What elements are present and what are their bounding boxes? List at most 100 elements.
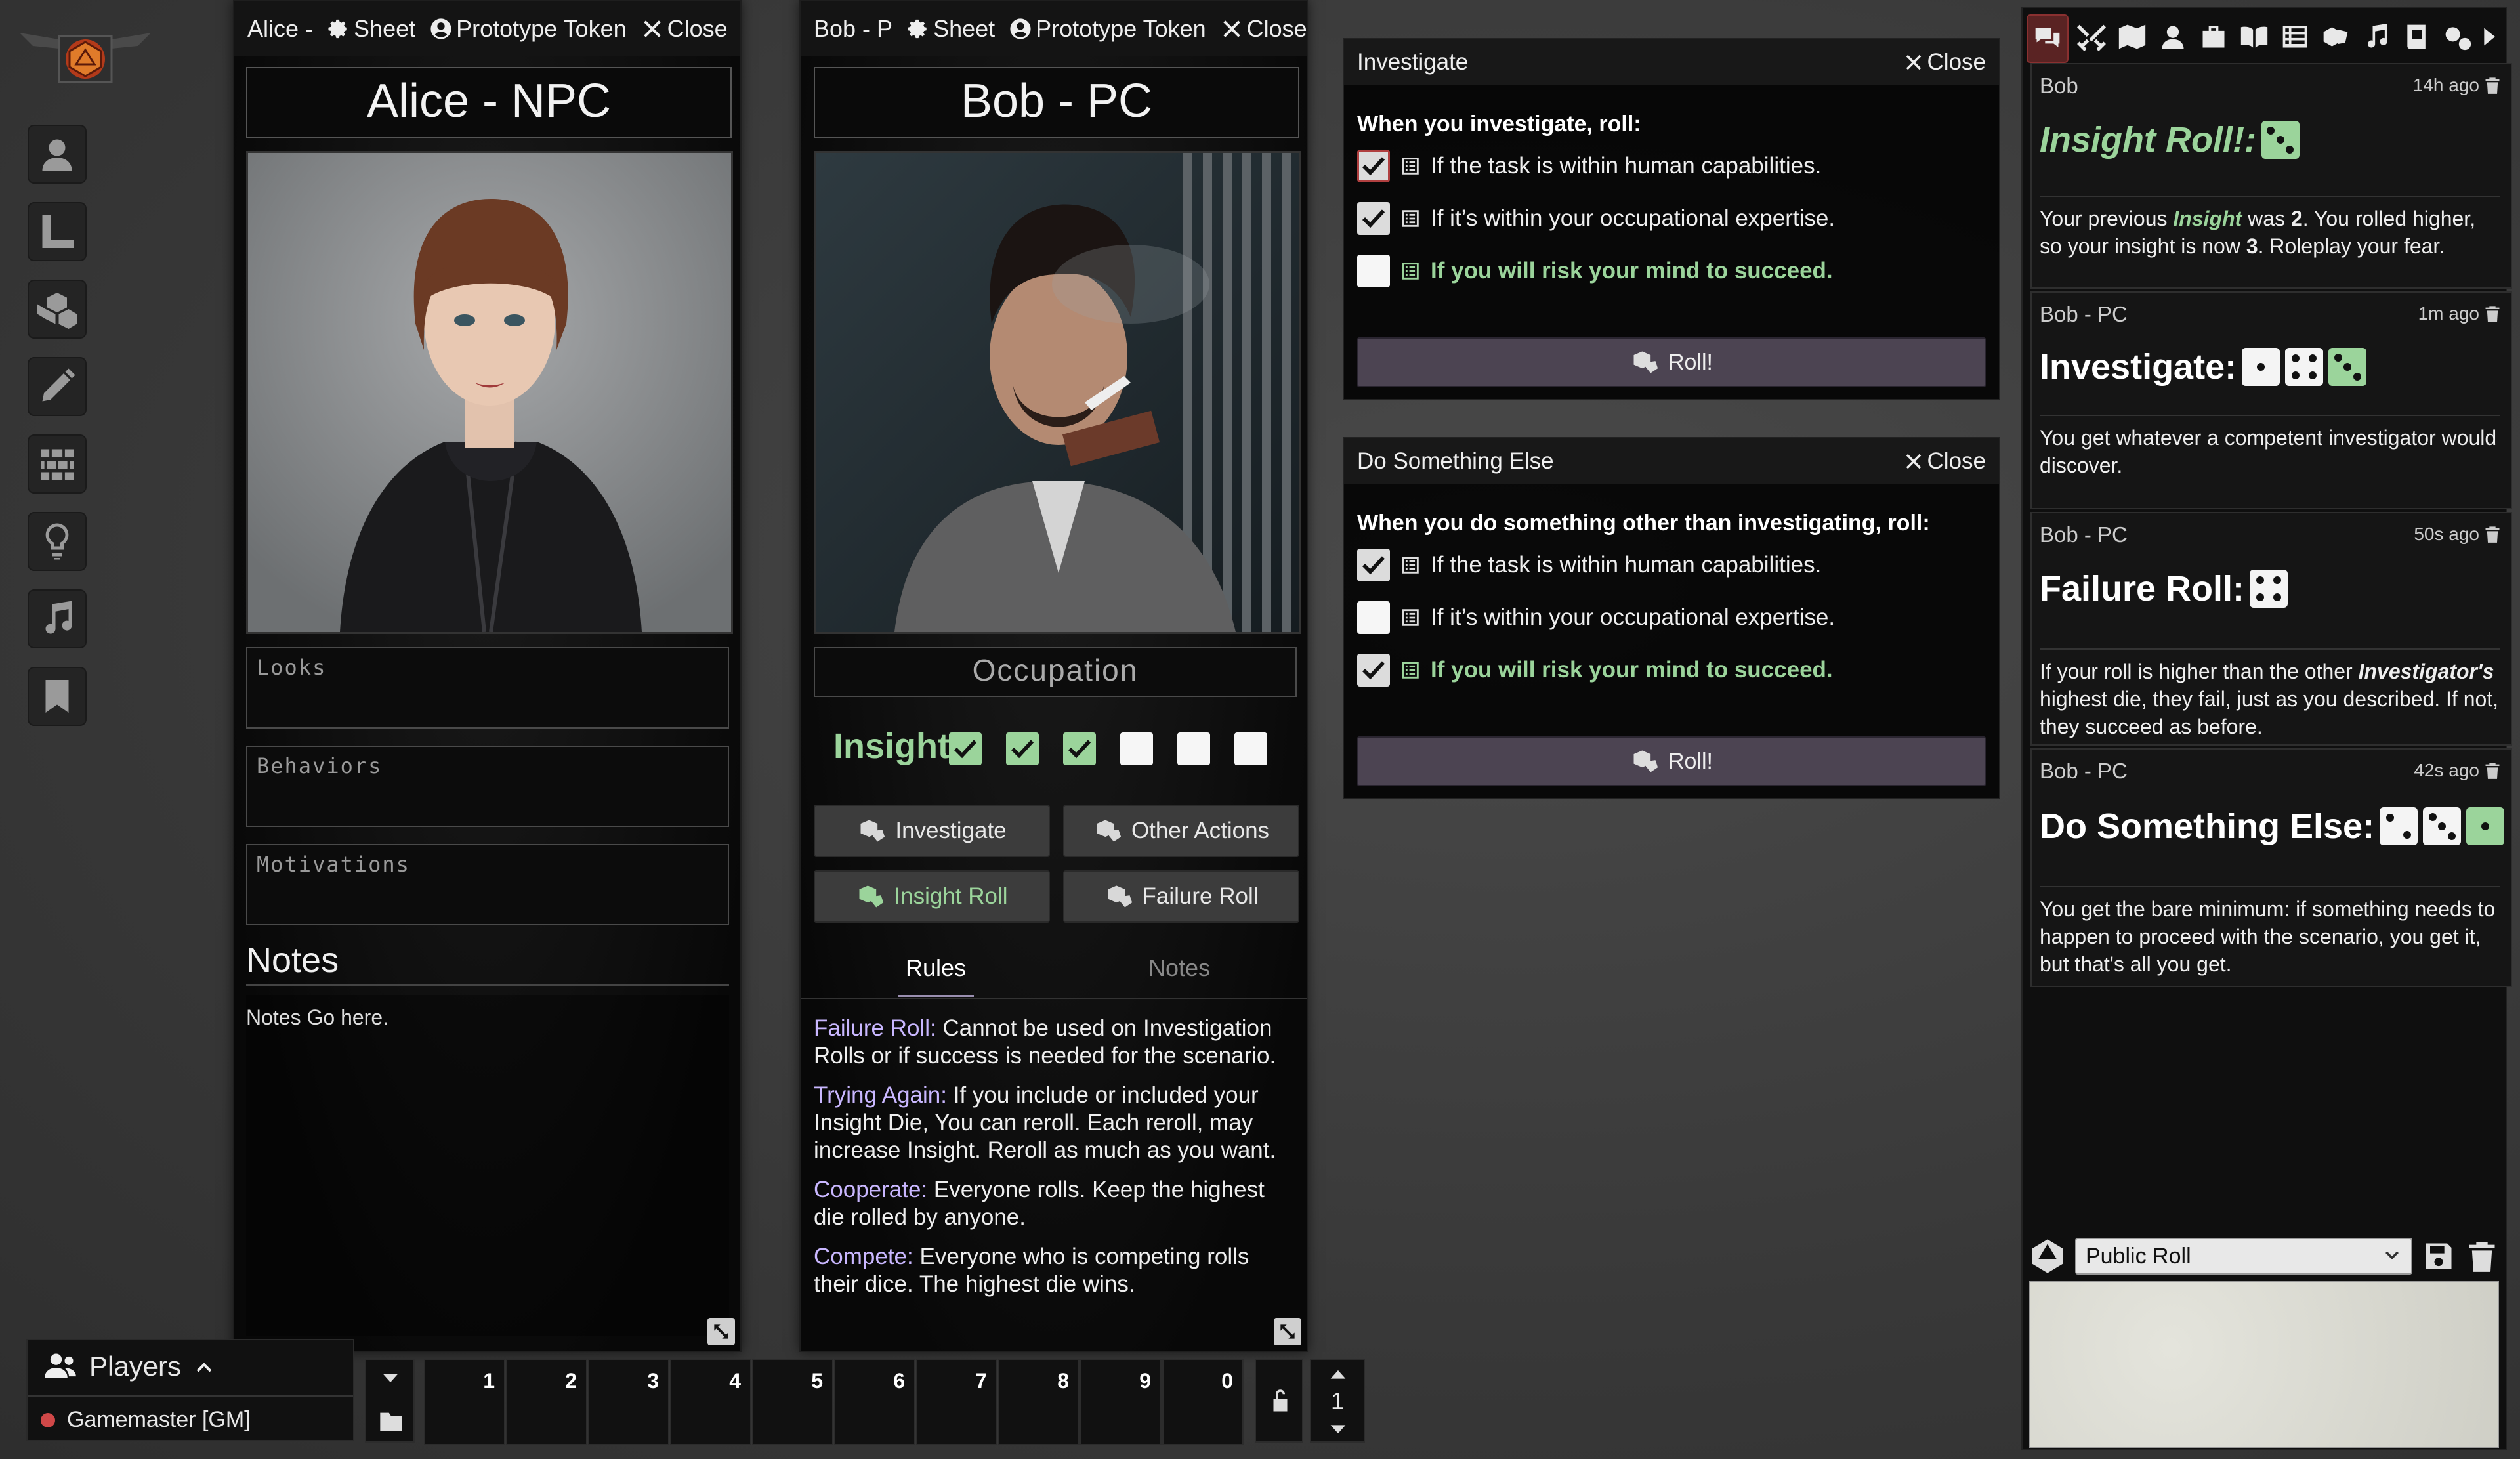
trash-icon[interactable]	[2465, 1239, 2499, 1273]
dialog-header[interactable]: Do Something Else Close	[1344, 438, 1999, 484]
tile-controls-button[interactable]	[28, 280, 87, 339]
notes-editor[interactable]: Notes Go here.	[246, 995, 729, 1336]
tab-settings[interactable]	[2441, 17, 2474, 56]
character-portrait[interactable]	[246, 151, 733, 634]
insight-checkbox[interactable]	[949, 732, 982, 765]
character-portrait[interactable]	[814, 151, 1301, 634]
prototype-token-button[interactable]: Prototype Token	[1009, 15, 1206, 43]
drawing-controls-button[interactable]	[28, 357, 87, 416]
caret-down-icon[interactable]	[379, 1366, 402, 1389]
caret-up-icon[interactable]	[1327, 1364, 1349, 1386]
roll-button[interactable]: Roll!	[1357, 337, 1986, 387]
sheet-config-button[interactable]: Sheet	[907, 15, 995, 43]
tab-journal[interactable]	[2238, 17, 2271, 56]
macro-slot[interactable]: 6	[834, 1359, 915, 1445]
save-icon[interactable]	[2422, 1239, 2456, 1273]
message-timestamp: 42s ago	[2414, 760, 2502, 781]
macro-slot[interactable]: 2	[506, 1359, 587, 1445]
sheet-config-button[interactable]: Sheet	[327, 15, 415, 43]
token-controls-button[interactable]	[28, 125, 87, 184]
option-checkbox[interactable]	[1357, 150, 1390, 182]
behaviors-field[interactable]: Behaviors	[246, 746, 729, 827]
looks-field[interactable]: Looks	[246, 647, 729, 729]
close-button[interactable]: Close	[641, 15, 728, 43]
tab-scenes[interactable]	[2116, 17, 2149, 56]
tab-rules[interactable]: Rules	[898, 954, 975, 997]
character-name-input[interactable]: Alice - NPC	[246, 67, 732, 138]
close-button[interactable]: Close	[1904, 49, 1986, 75]
macro-slot[interactable]: 7	[916, 1359, 998, 1445]
window-header[interactable]: Bob - P Sheet Prototype Token Close	[801, 1, 1307, 56]
tab-actors[interactable]	[2156, 17, 2189, 56]
collapse-sidebar-button[interactable]	[2475, 17, 2502, 56]
folder-icon[interactable]	[378, 1408, 404, 1435]
chat-message-input[interactable]	[2029, 1281, 2499, 1448]
macro-slot[interactable]: 3	[588, 1359, 669, 1445]
tab-tables[interactable]	[2278, 17, 2311, 56]
caret-down-icon[interactable]	[1327, 1418, 1349, 1440]
players-header[interactable]: Players	[43, 1349, 215, 1384]
macro-slot[interactable]: 9	[1080, 1359, 1162, 1445]
failure-roll-button[interactable]: Failure Roll	[1063, 870, 1299, 923]
tab-combat[interactable]	[2075, 17, 2108, 56]
window-header[interactable]: Alice - Sheet Prototype Token Close	[234, 1, 740, 56]
option-checkbox[interactable]	[1357, 654, 1390, 687]
tab-cards[interactable]	[2319, 17, 2352, 56]
close-button[interactable]: Close	[1904, 448, 1986, 475]
hotbar-page-number: 1	[1330, 1387, 1345, 1414]
roll-mode-select[interactable]: Public Roll	[2075, 1238, 2412, 1275]
other-actions-button[interactable]: Other Actions	[1063, 805, 1299, 857]
macro-slot-number: 0	[1221, 1369, 1233, 1393]
window-resize-handle[interactable]	[1274, 1318, 1301, 1345]
die-face-1	[2242, 348, 2280, 386]
window-resize-handle[interactable]	[707, 1318, 735, 1345]
dice-cubes-icon	[37, 293, 77, 329]
close-icon	[1906, 454, 1921, 469]
macro-slot[interactable]: 8	[998, 1359, 1080, 1445]
option-checkbox[interactable]	[1357, 255, 1390, 287]
option-checkbox[interactable]	[1357, 601, 1390, 634]
tab-notes[interactable]: Notes	[1148, 954, 1210, 982]
tab-playlists[interactable]	[2360, 17, 2393, 56]
macro-slot[interactable]: 0	[1162, 1359, 1244, 1445]
app-logo[interactable]	[20, 20, 151, 98]
trash-icon[interactable]	[2483, 525, 2502, 543]
trash-icon[interactable]	[2483, 305, 2502, 323]
measure-controls-button[interactable]	[28, 202, 87, 261]
tab-items[interactable]	[2197, 17, 2230, 56]
insight-checkbox[interactable]	[1177, 732, 1210, 765]
resize-icon	[714, 1324, 728, 1339]
d20-icon[interactable]	[2029, 1238, 2066, 1275]
insight-checkbox[interactable]	[1063, 732, 1096, 765]
dialog-header[interactable]: Investigate Close	[1344, 39, 1999, 85]
trash-icon[interactable]	[2483, 76, 2502, 95]
macro-directory-controls	[365, 1359, 415, 1443]
investigate-button[interactable]: Investigate	[814, 805, 1050, 857]
motivations-field[interactable]: Motivations	[246, 844, 729, 925]
close-button[interactable]: Close	[1221, 15, 1307, 43]
macro-slot[interactable]: 4	[670, 1359, 751, 1445]
trash-icon[interactable]	[2483, 761, 2502, 780]
insight-checkbox[interactable]	[1120, 732, 1153, 765]
character-name-input[interactable]: Bob - PC	[814, 67, 1299, 138]
macro-slot[interactable]: 5	[752, 1359, 833, 1445]
option-checkbox[interactable]	[1357, 549, 1390, 581]
macro-slot[interactable]: 1	[424, 1359, 505, 1445]
tab-compendium[interactable]	[2401, 17, 2433, 56]
lighting-controls-button[interactable]	[28, 512, 87, 571]
insight-checkbox[interactable]	[1006, 732, 1039, 765]
hotbar-lock-button[interactable]	[1255, 1359, 1303, 1443]
occupation-field[interactable]: Occupation	[814, 647, 1297, 697]
option-checkbox[interactable]	[1357, 202, 1390, 235]
notes-controls-button[interactable]	[28, 667, 87, 726]
player-entry[interactable]: Gamemaster [GM]	[41, 1407, 251, 1433]
hotbar-page-controls: 1	[1310, 1359, 1365, 1443]
insight-checkbox[interactable]	[1234, 732, 1267, 765]
sound-controls-button[interactable]	[28, 589, 87, 648]
insight-roll-button[interactable]: Insight Roll	[814, 870, 1050, 923]
message-flavor: Failure Roll:	[2040, 568, 2288, 609]
wall-controls-button[interactable]	[28, 434, 87, 494]
tab-chat[interactable]	[2026, 14, 2068, 63]
roll-button[interactable]: Roll!	[1357, 736, 1986, 786]
prototype-token-button[interactable]: Prototype Token	[430, 15, 627, 43]
